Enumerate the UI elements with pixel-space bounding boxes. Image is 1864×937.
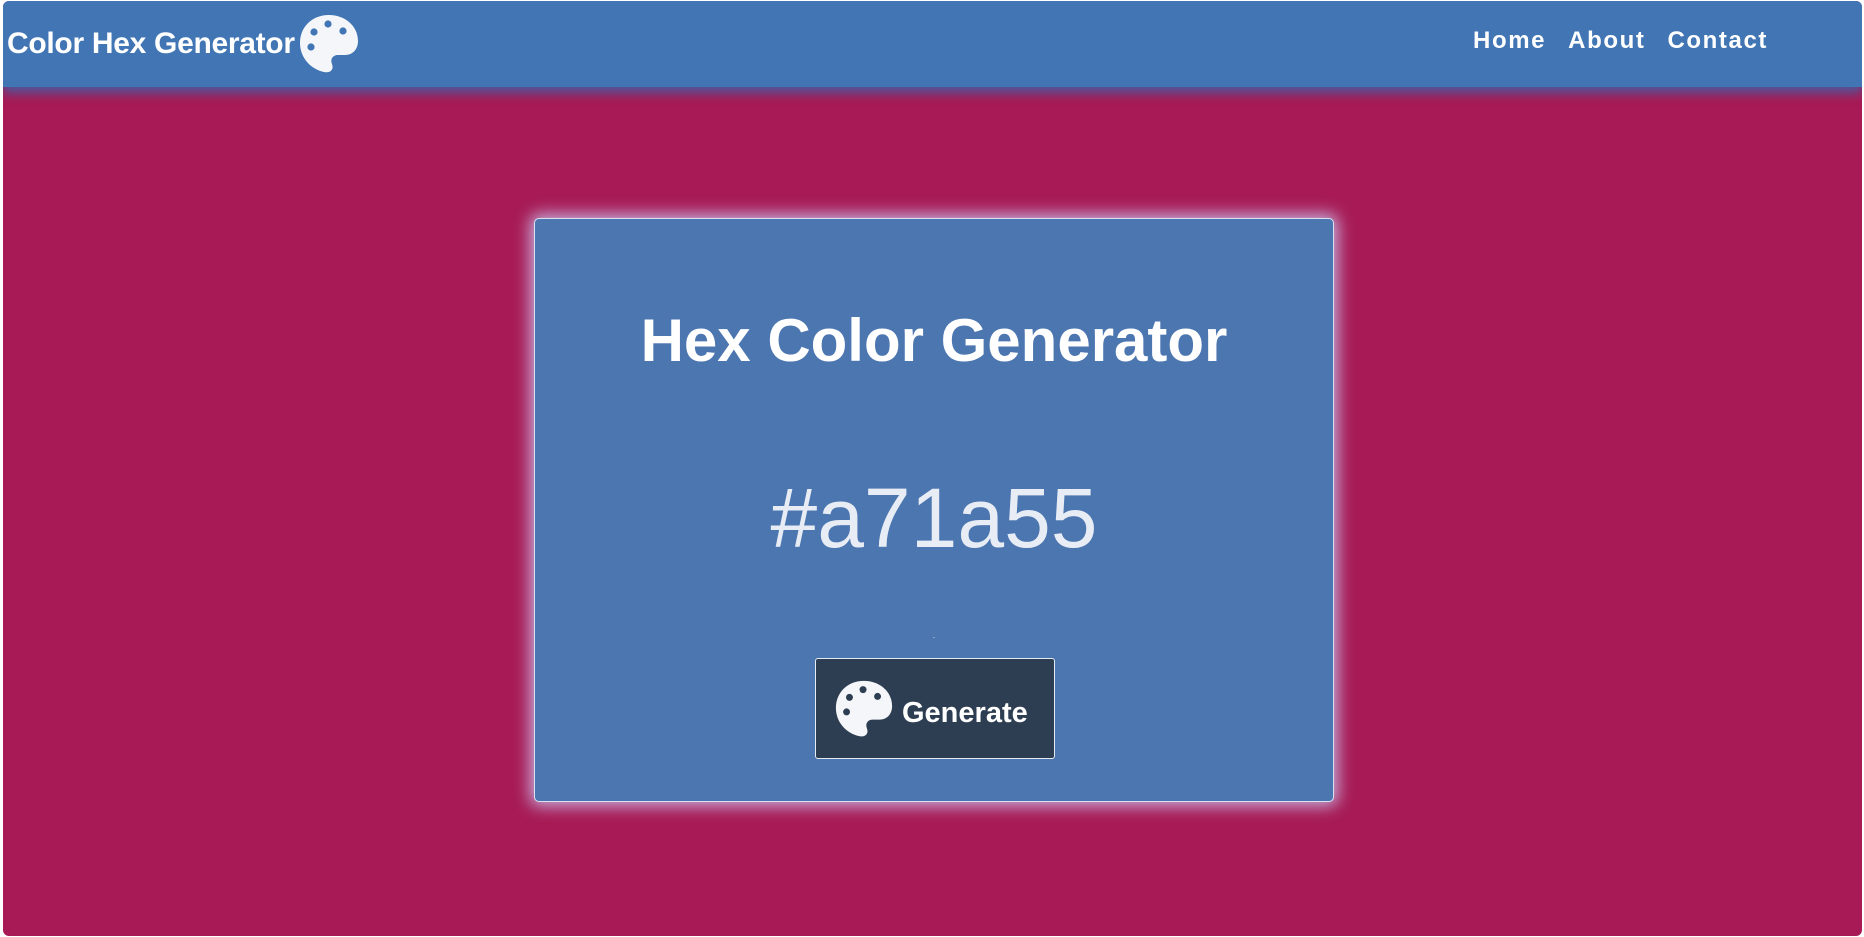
palette-icon (835, 680, 893, 736)
hex-value: #a71a55 (770, 471, 1098, 565)
generator-card: Hex Color Generator #a71a55 Generate (534, 218, 1334, 802)
brand-title: Color Hex Generator (7, 27, 295, 60)
brand[interactable]: Color Hex Generator (7, 11, 361, 77)
palette-icon (299, 15, 358, 73)
page-background: Color Hex Generator Home About Contact H… (3, 1, 1862, 936)
nav-link-about[interactable]: About (1568, 27, 1645, 55)
card-title: Hex Color Generator (640, 307, 1228, 374)
nav-link-contact[interactable]: Contact (1667, 27, 1768, 55)
divider-dot (933, 637, 935, 638)
generate-button-label: Generate (902, 697, 1028, 729)
nav-links: Home About Contact (1473, 27, 1768, 55)
nav-link-home[interactable]: Home (1473, 27, 1546, 55)
navbar: Color Hex Generator Home About Contact (3, 1, 1862, 87)
generate-button[interactable]: Generate (815, 658, 1055, 759)
